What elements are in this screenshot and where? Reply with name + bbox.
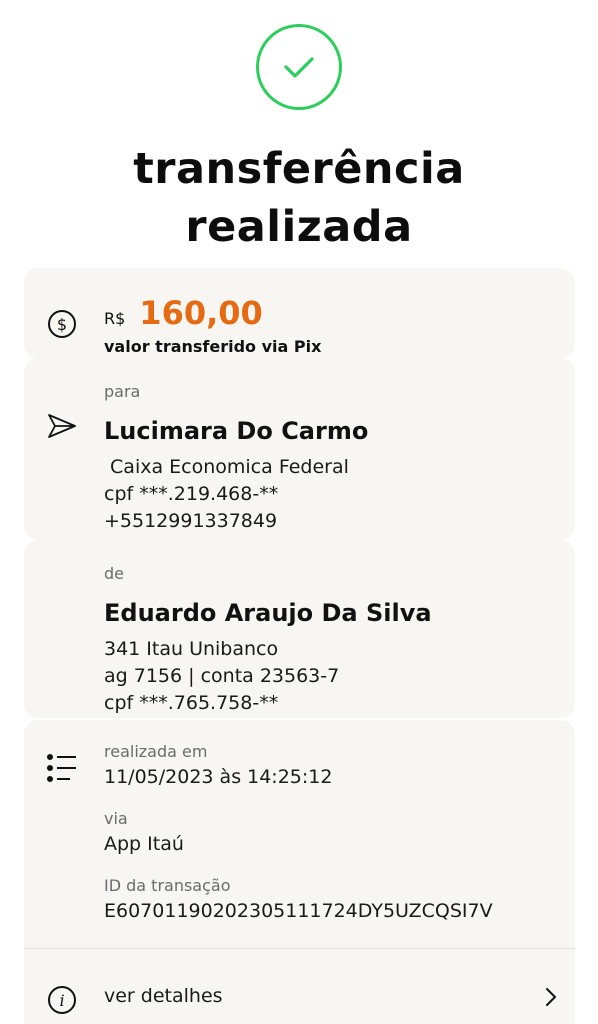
send-arrow-icon [46, 410, 78, 442]
details-card: realizada em 11/05/2023 às 14:25:12 via … [24, 720, 575, 1024]
recipient-label: para [104, 382, 141, 401]
date-label: realizada em [104, 742, 208, 761]
amount-caption: valor transferido via Pix [104, 337, 322, 356]
transfer-amount: 160,00 [139, 294, 263, 332]
info-icon: i [46, 984, 78, 1016]
recipient-card: para Lucimara Do Carmo Caixa Economica F… [24, 358, 575, 540]
sender-name: Eduardo Araujo Da Silva [104, 599, 432, 627]
success-check-icon [256, 24, 342, 110]
currency-label: R$ [104, 309, 126, 328]
title-line-1: transferência [133, 144, 465, 194]
recipient-bank: Caixa Economica Federal [104, 456, 349, 478]
amount-card: $ R$ 160,00 valor transferido via Pix [24, 268, 575, 358]
recipient-cpf: cpf ***.219.468-** [104, 483, 279, 505]
date-value: 11/05/2023 às 14:25:12 [104, 766, 333, 788]
dollar-circle-icon: $ [46, 308, 78, 340]
view-details-label: ver detalhes [104, 985, 223, 1007]
transaction-id-label: ID da transação [104, 876, 231, 895]
list-icon [46, 752, 78, 784]
sender-label: de [104, 564, 124, 583]
view-details-row[interactable]: i ver detalhes [24, 949, 575, 1024]
via-label: via [104, 809, 128, 828]
title-line-2: realizada [185, 202, 413, 252]
sender-cpf: cpf ***.765.758-** [104, 692, 279, 714]
sender-card: de Eduardo Araujo Da Silva 341 Itau Unib… [24, 540, 575, 718]
sender-account: ag 7156 | conta 23563-7 [104, 665, 340, 687]
svg-text:i: i [59, 991, 64, 1010]
recipient-name: Lucimara Do Carmo [104, 417, 369, 445]
transaction-id-value: E60701190202305111724DY5UZCQSI7V [104, 900, 493, 922]
via-value: App Itaú [104, 833, 184, 855]
page-title: transferência realizada [0, 140, 598, 256]
chevron-right-icon [543, 985, 559, 1009]
recipient-phone: +5512991337849 [104, 510, 278, 532]
svg-text:$: $ [57, 315, 67, 334]
sender-bank: 341 Itau Unibanco [104, 638, 279, 660]
